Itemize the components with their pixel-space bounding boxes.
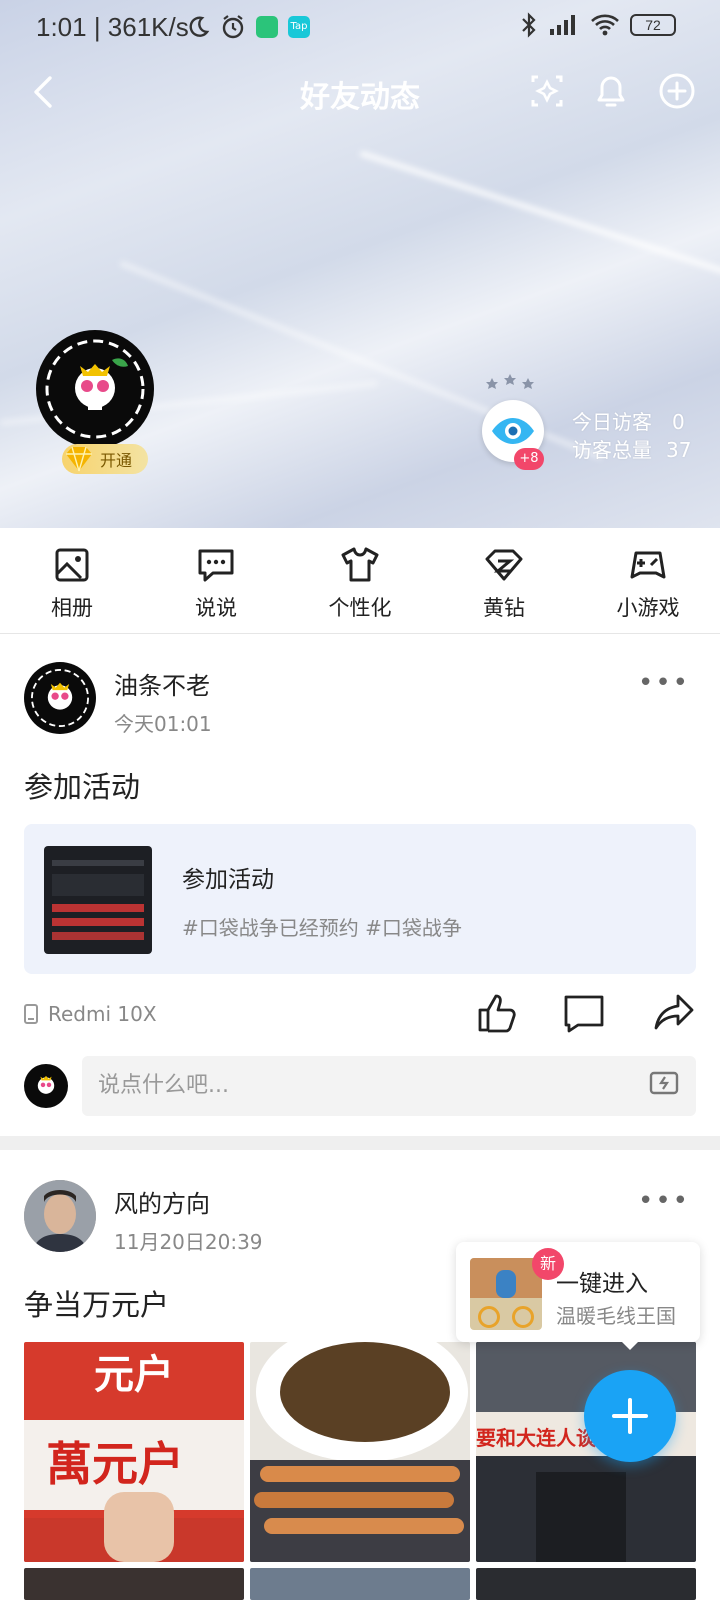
top-nav-bar: 好友动态 bbox=[0, 60, 720, 124]
add-circle-icon[interactable] bbox=[654, 68, 700, 114]
comment-button[interactable] bbox=[562, 990, 606, 1034]
post-author-name[interactable]: 风的方向 bbox=[114, 1184, 210, 1219]
tshirt-icon bbox=[341, 547, 379, 582]
profile-avatar[interactable] bbox=[36, 330, 154, 448]
tab-label: 相册 bbox=[51, 596, 93, 620]
tab-label: 黄钻 bbox=[483, 596, 525, 620]
phone-icon bbox=[24, 1004, 38, 1024]
cover-light-streak bbox=[359, 150, 720, 286]
total-visitors-value: 37 bbox=[666, 438, 692, 462]
promo-pointer bbox=[620, 1340, 640, 1350]
wifi-icon bbox=[591, 14, 619, 36]
post-photo[interactable] bbox=[24, 1568, 244, 1600]
post-photo[interactable] bbox=[476, 1568, 696, 1600]
post-photo[interactable]: 元户 萬元户 bbox=[24, 1342, 244, 1562]
emoji-reply-icon[interactable] bbox=[648, 1068, 680, 1100]
create-post-fab[interactable] bbox=[584, 1370, 676, 1462]
share-card-title: 参加活动 bbox=[182, 867, 274, 893]
post-timestamp: 今天01:01 bbox=[114, 712, 212, 736]
status-time: 1:01 | 361K/s bbox=[36, 12, 189, 42]
post-photo[interactable] bbox=[250, 1342, 470, 1562]
photo-text: 要和大连人谈 bbox=[476, 1426, 596, 1450]
visitor-stats[interactable]: 今日访客 0 访客总量 37 bbox=[572, 408, 691, 464]
feature-tabs: 相册 说说 个性化 黄钻 小游戏 bbox=[0, 530, 720, 634]
post-photo-grid: 元户 萬元户 要和大连人谈 bbox=[24, 1342, 696, 1562]
post-content-text: 参加活动 bbox=[24, 770, 141, 804]
post-content-text: 争当万元户 bbox=[24, 1288, 170, 1322]
promo-subtitle: 温暖毛线王国 bbox=[556, 1304, 676, 1328]
vip-label: 开通 bbox=[100, 451, 133, 470]
chat-bubble-icon bbox=[198, 549, 234, 582]
today-visitors-label: 今日访客 bbox=[572, 410, 652, 434]
device-info: Redmi 10X bbox=[24, 1002, 157, 1026]
shared-activity-card[interactable]: 参加活动 #口袋战争已经预约 #口袋战争 bbox=[24, 824, 696, 974]
person-photo-icon bbox=[24, 1180, 96, 1252]
promo-popup[interactable]: 新 一键进入 温暖毛线王国 bbox=[456, 1242, 700, 1350]
signal-icon bbox=[550, 15, 575, 35]
total-visitors-label: 访客总量 bbox=[572, 438, 652, 462]
today-visitors-value: 0 bbox=[672, 410, 685, 434]
moon-icon bbox=[189, 16, 210, 37]
post-author-avatar[interactable] bbox=[24, 1180, 96, 1252]
tab-label: 个性化 bbox=[328, 596, 392, 620]
status-bar: 1:01 | 361K/s Tap 72 bbox=[0, 0, 720, 56]
comment-bar: 说点什么吧... bbox=[0, 1054, 720, 1116]
device-name: Redmi 10X bbox=[48, 1002, 157, 1026]
post-more-button[interactable]: ••• bbox=[638, 1186, 690, 1216]
post-photo[interactable] bbox=[250, 1568, 470, 1600]
alarm-icon bbox=[222, 15, 244, 39]
photo-album-icon bbox=[55, 548, 89, 582]
post-author-name[interactable]: 油条不老 bbox=[114, 666, 210, 701]
skull-emblem-icon bbox=[45, 339, 145, 439]
sparkle-ai-icon[interactable] bbox=[524, 68, 570, 114]
diamond-icon bbox=[485, 549, 523, 581]
promo-title: 一键进入 bbox=[556, 1271, 648, 1297]
gold-diamond-icon bbox=[66, 446, 92, 472]
post-author-avatar[interactable] bbox=[24, 662, 96, 734]
skull-emblem-icon bbox=[31, 669, 89, 727]
bell-icon[interactable] bbox=[588, 68, 634, 114]
post-photo[interactable]: 要和大连人谈 bbox=[476, 1342, 696, 1562]
post-photo-grid-row2 bbox=[24, 1568, 696, 1600]
promo-image bbox=[470, 1258, 542, 1330]
share-button[interactable] bbox=[652, 990, 696, 1034]
post-timestamp: 11月20日20:39 bbox=[114, 1230, 263, 1254]
share-card-tags[interactable]: #口袋战争已经预约 #口袋战争 bbox=[182, 912, 462, 941]
tab-label: 小游戏 bbox=[616, 596, 680, 620]
like-button[interactable] bbox=[474, 990, 518, 1034]
photo-text: 元户 bbox=[94, 1352, 174, 1398]
tab-album[interactable]: 相册 bbox=[12, 530, 132, 633]
share-thumbnail bbox=[44, 846, 152, 954]
tap-app-icon: Tap bbox=[288, 16, 310, 38]
tab-mini-games[interactable]: 小游戏 bbox=[588, 530, 708, 633]
comment-input[interactable]: 说点什么吧... bbox=[82, 1056, 696, 1116]
post-more-button[interactable]: ••• bbox=[638, 668, 690, 698]
vip-open-badge[interactable]: 开通 bbox=[62, 444, 148, 474]
tab-shuoshuo[interactable]: 说说 bbox=[156, 530, 276, 633]
photo-text: 萬元户 bbox=[46, 1437, 184, 1491]
visitor-stars-icon bbox=[486, 374, 534, 389]
app-notification-icon bbox=[256, 16, 278, 38]
feed-divider bbox=[0, 1136, 720, 1150]
visitor-new-badge: +8 bbox=[514, 448, 544, 470]
tab-yellow-diamond[interactable]: 黄钻 bbox=[444, 530, 564, 633]
my-avatar[interactable] bbox=[24, 1064, 68, 1108]
skull-emblem-icon bbox=[37, 1075, 55, 1094]
tab-label: 说说 bbox=[195, 596, 237, 620]
bluetooth-icon bbox=[522, 12, 536, 38]
tab-personalize[interactable]: 个性化 bbox=[300, 530, 420, 633]
battery-indicator: 72 bbox=[630, 14, 676, 36]
gamepad-icon bbox=[630, 551, 666, 579]
